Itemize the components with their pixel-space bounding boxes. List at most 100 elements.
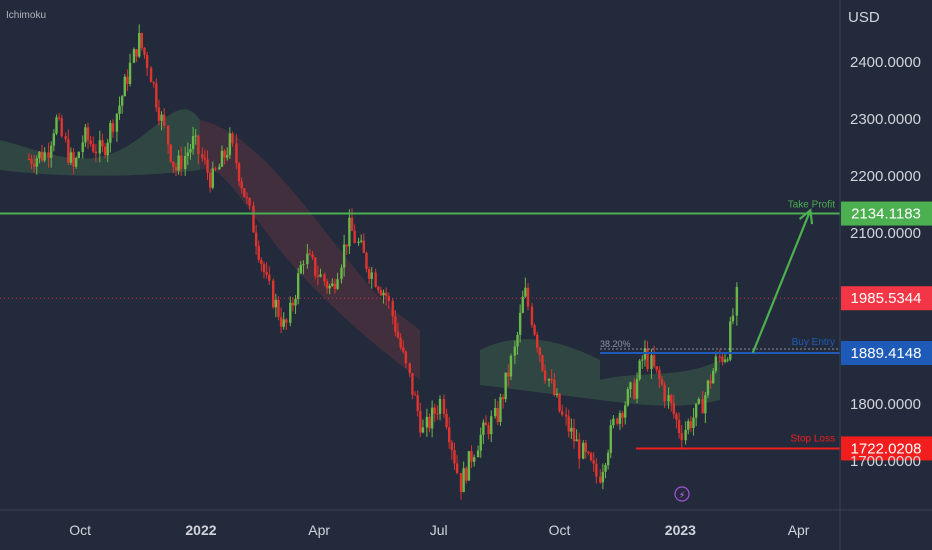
candle-body [155,83,158,108]
candle-body [455,463,459,474]
candle-body [328,285,331,289]
candle-body [77,152,81,159]
candle-body [319,274,322,277]
candle-body [296,273,300,299]
candle-body [416,395,419,411]
candle-body [377,286,380,291]
candle-body [331,283,334,286]
candle-body [470,451,473,462]
candle-body [601,471,605,483]
candle-body [677,419,681,434]
candle-body [248,198,251,206]
candle-body [109,122,112,143]
candle-body [128,62,132,84]
candle-body [345,244,348,247]
candle-body [430,407,434,429]
candle-body [684,429,687,441]
candle-body [493,407,497,417]
candle-body [612,418,615,426]
candle-body [408,363,412,374]
candle-body [152,82,155,84]
currency-label: USD [848,9,880,26]
candle-body [106,142,109,156]
candle-body [69,152,73,163]
candle-body [336,279,339,289]
candle-body [237,163,241,182]
candle-body [342,244,346,268]
candle-body [518,312,522,335]
candle-body [541,355,544,371]
candle-body [72,152,75,167]
candle-body [169,144,172,162]
candle-body [667,395,670,402]
fib-label: 38.20% [600,339,631,349]
chart-stage[interactable]: Take Profit 38.20% Buy Entry Stop Loss 2134.… [0,0,932,550]
price-axis[interactable]: 2400.0000 2300.0000 2200.0000 2100.0000 1800… [850,54,921,470]
candle-body [689,421,693,428]
price-tick-label: 1700.0000 [850,453,921,470]
candle-body [490,416,493,435]
candle-body [333,283,337,289]
candle-body [564,414,568,417]
candle-body [419,410,422,433]
candle-body [694,403,698,418]
candle-body [663,384,666,402]
candle-body [228,133,232,155]
candle-body [299,264,302,274]
candle-body [404,351,408,364]
candle-body [353,230,356,243]
candle-body [231,133,234,144]
candle-body [265,272,268,275]
candle-body [479,434,482,451]
candle-body [277,299,280,318]
time-axis[interactable]: Oct 2022 Apr Jul Oct 2023 Apr [69,522,810,538]
candle-body [499,397,502,422]
candle-body [274,299,278,308]
candle-body [413,394,417,396]
candle-body [609,425,612,453]
candle-body [382,292,385,296]
candle-body [285,319,288,323]
candle-body [132,49,136,63]
indicator-label[interactable]: Ichimoku [6,10,46,21]
candle-body [507,372,510,377]
lightning-icon[interactable]: ⚡ [674,486,690,502]
candle-body [160,114,163,121]
candle-body [314,257,317,276]
candle-body [262,264,266,273]
candle-body [560,411,564,415]
candle-body [357,241,360,243]
candle-body [399,337,402,348]
candle-body [572,427,576,442]
candle-body [206,159,209,173]
candle-body [680,433,683,441]
candle-body [584,442,588,452]
projection-arrow-shaft [751,209,812,354]
candle-body [655,366,658,370]
candle-body [35,158,38,167]
candle-body [279,317,283,327]
candle-body [599,476,602,483]
time-tick-label: 2023 [665,522,696,538]
candle-body [220,150,224,167]
take-profit-label: Take Profit [788,200,835,211]
candle-body [718,356,721,358]
candle-body [504,372,507,400]
candle-body [706,380,710,396]
candle-body [47,152,50,158]
candle-body [27,158,31,160]
price-tick-label: 2200.0000 [850,168,921,185]
candle-body [675,414,678,420]
candle-body [218,166,221,170]
candle-body [646,348,649,369]
candle-body [252,205,255,233]
candle-body [323,274,326,282]
candle-body [516,334,519,347]
candle-body [89,140,92,145]
candle-body [38,151,41,159]
candlestick-chart[interactable]: Take Profit 38.20% Buy Entry Stop Loss 2134.… [0,0,932,550]
stop-loss-label: Stop Loss [791,433,835,444]
candle-body [633,382,636,399]
candle-body [558,393,561,412]
candle-body [64,136,67,139]
